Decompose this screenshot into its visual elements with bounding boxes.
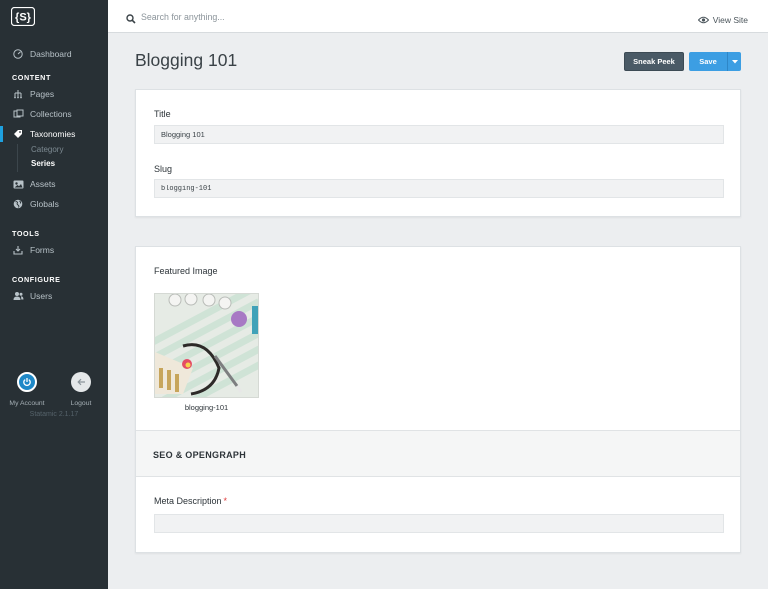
featured-image-photo xyxy=(155,294,258,397)
nav-dashboard[interactable]: Dashboard xyxy=(0,45,108,63)
pages-icon xyxy=(12,88,24,100)
required-marker: * xyxy=(223,496,228,506)
seo-section-header: SEO & OPENGRAPH xyxy=(136,430,740,477)
eye-icon xyxy=(697,11,709,29)
view-site-link[interactable]: View Site xyxy=(697,11,748,29)
featured-image-thumbnail[interactable] xyxy=(154,293,259,398)
slug-field[interactable] xyxy=(154,179,724,198)
subnav-series[interactable]: Series xyxy=(31,159,55,168)
sidebar: {S} Dashboard CONTENT Pages Collections … xyxy=(0,0,108,589)
seo-section-title: SEO & OPENGRAPH xyxy=(153,450,247,460)
collections-icon xyxy=(12,108,24,120)
nav-pages-label: Pages xyxy=(30,89,55,99)
my-account-label: My Account xyxy=(9,400,45,407)
globe-icon xyxy=(12,198,24,210)
meta-card: Featured Image blogging-101 SEO & OPENGR… xyxy=(135,246,741,553)
nav-users-label: Users xyxy=(30,291,53,301)
subnav-guide-line xyxy=(17,144,18,172)
save-options-dropdown[interactable] xyxy=(728,59,741,64)
page-title: Blogging 101 xyxy=(135,50,238,70)
meta-description-label-row: Meta Description * xyxy=(154,496,227,506)
logout-button[interactable]: Logout xyxy=(56,372,106,407)
chevron-down-icon xyxy=(731,59,738,63)
main-fields-card: Title Slug xyxy=(135,89,741,217)
nav-collections[interactable]: Collections xyxy=(0,105,108,123)
meta-description-label: Meta Description xyxy=(154,496,222,506)
nav-collections-label: Collections xyxy=(30,109,72,119)
my-account-button[interactable]: My Account xyxy=(2,372,52,407)
title-field[interactable] xyxy=(154,125,724,144)
nav-users[interactable]: Users xyxy=(0,287,108,305)
subnav-category[interactable]: Category xyxy=(31,145,63,154)
tag-icon xyxy=(12,128,24,140)
dashboard-icon xyxy=(12,48,24,60)
svg-text:{S}: {S} xyxy=(15,12,32,24)
section-content-heading: CONTENT xyxy=(12,73,51,82)
nav-taxonomies-label: Taxonomies xyxy=(30,129,76,139)
nav-assets-label: Assets xyxy=(30,179,56,189)
featured-image-label: Featured Image xyxy=(154,266,218,276)
section-configure-heading: CONFIGURE xyxy=(12,275,61,284)
search-input[interactable] xyxy=(141,8,441,26)
nav-forms-label: Forms xyxy=(30,245,55,255)
logout-label: Logout xyxy=(70,400,92,407)
top-bar: View Site xyxy=(108,0,768,33)
image-icon xyxy=(12,178,24,190)
nav-dashboard-label: Dashboard xyxy=(30,49,72,59)
power-icon xyxy=(17,372,37,392)
nav-globals[interactable]: Globals xyxy=(0,195,108,213)
meta-description-field[interactable] xyxy=(154,514,724,533)
users-icon xyxy=(12,290,24,302)
nav-taxonomies[interactable]: Taxonomies xyxy=(0,125,108,143)
statamic-logo[interactable]: {S} xyxy=(11,7,35,26)
save-button[interactable]: Save xyxy=(689,57,727,66)
section-tools-heading: TOOLS xyxy=(12,229,40,238)
title-field-label: Title xyxy=(154,109,171,119)
sneak-peek-button[interactable]: Sneak Peek xyxy=(624,52,684,71)
save-button-group: Save xyxy=(689,52,741,71)
arrow-left-icon xyxy=(71,372,91,392)
version-label: Statamic 2.1.17 xyxy=(29,411,79,418)
slug-field-label: Slug xyxy=(154,164,173,174)
nav-assets[interactable]: Assets xyxy=(0,175,108,193)
featured-image-caption: blogging-101 xyxy=(184,403,229,412)
nav-globals-label: Globals xyxy=(30,199,59,209)
nav-pages[interactable]: Pages xyxy=(0,85,108,103)
nav-forms[interactable]: Forms xyxy=(0,241,108,259)
download-tray-icon xyxy=(12,244,24,256)
view-site-label: View Site xyxy=(712,15,748,25)
search-icon xyxy=(126,11,136,29)
